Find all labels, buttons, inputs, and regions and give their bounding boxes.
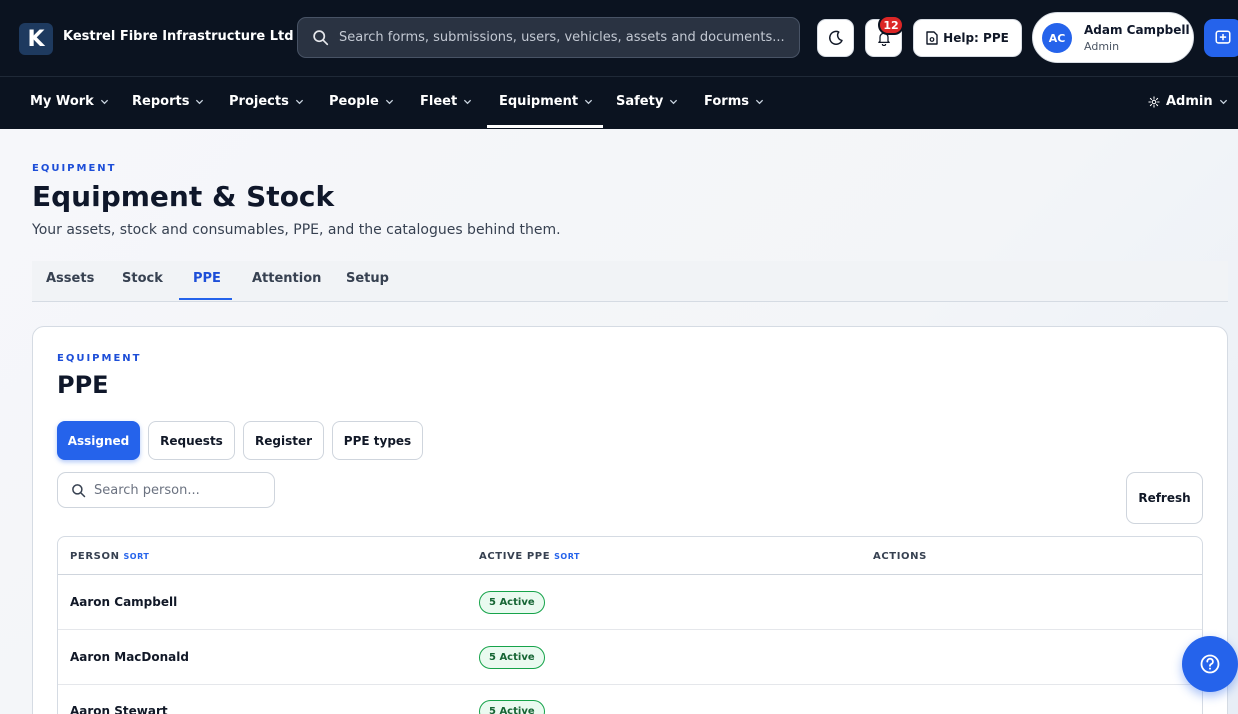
column-header-label: ACTIONS: [873, 551, 927, 562]
chevron-down-icon: [385, 99, 393, 105]
brand-logo[interactable]: K: [19, 23, 53, 55]
person-search[interactable]: [57, 472, 275, 508]
nav-item-label: Forms: [704, 94, 749, 109]
section-tabs: Assets Stock PPE Attention Setup: [32, 261, 1228, 302]
column-header-person[interactable]: PERSON SORT: [70, 551, 149, 562]
table-row[interactable]: Aaron Stewart 5 Active: [58, 684, 1202, 714]
chevron-down-icon: [584, 99, 593, 105]
chevron-down-icon: [1219, 99, 1227, 105]
sort-link[interactable]: SORT: [124, 552, 150, 561]
nav-item-label: Fleet: [420, 94, 458, 109]
top-bar: K Kestrel Fibre Infrastructure Ltd 12 He…: [0, 0, 1238, 76]
nav-item-reports[interactable]: Reports: [132, 94, 204, 109]
card-eyebrow: EQUIPMENT: [57, 353, 142, 364]
column-header-active-ppe[interactable]: ACTIVE PPE SORT: [479, 551, 580, 562]
user-role: Admin: [1084, 40, 1120, 53]
active-ppe-badge: 5 Active: [479, 700, 545, 714]
tab-attention[interactable]: Attention: [252, 271, 321, 286]
search-icon: [313, 30, 329, 46]
table-row[interactable]: Aaron Campbell 5 Active: [58, 575, 1202, 630]
person-name: Aaron Campbell: [70, 595, 178, 609]
avatar: AC: [1042, 23, 1072, 53]
global-search[interactable]: [297, 17, 800, 58]
table-row[interactable]: Aaron MacDonald 5 Active: [58, 630, 1202, 685]
moon-icon: [828, 30, 843, 45]
nav-item-label: My Work: [30, 94, 94, 109]
segment-ppe-types[interactable]: PPE types: [332, 421, 423, 460]
user-menu[interactable]: AC Adam Campbell Admin: [1032, 12, 1194, 63]
chevron-down-icon: [295, 99, 303, 105]
notifications-count-badge: 12: [878, 15, 904, 35]
compose-button[interactable]: [1204, 19, 1238, 57]
help-button[interactable]: Help: PPE: [913, 19, 1022, 57]
brand-name[interactable]: Kestrel Fibre Infrastructure Ltd: [63, 29, 294, 44]
tab-stock[interactable]: Stock: [122, 271, 163, 286]
segment-requests[interactable]: Requests: [148, 421, 235, 460]
ppe-assigned-table: PERSON SORT ACTIVE PPE SORT ACTIONS Aaron …: [57, 536, 1203, 714]
chevron-down-icon: [100, 99, 108, 105]
search-icon: [72, 483, 86, 497]
gear-icon: [1148, 95, 1160, 108]
nav-item-label: Equipment: [499, 94, 579, 109]
nav-active-indicator: [487, 125, 603, 128]
nav-item-label: People: [329, 94, 379, 109]
chevron-down-icon: [196, 99, 204, 105]
person-name: Aaron Stewart: [70, 704, 168, 714]
refresh-button[interactable]: Refresh: [1126, 472, 1203, 524]
chevron-down-icon: [670, 99, 678, 105]
tab-setup[interactable]: Setup: [346, 271, 389, 286]
person-name: Aaron MacDonald: [70, 650, 189, 664]
nav-item-safety[interactable]: Safety: [616, 94, 678, 109]
tab-ppe[interactable]: PPE: [193, 271, 221, 286]
person-search-input[interactable]: [94, 482, 274, 498]
document-icon: [926, 31, 938, 45]
nav-item-admin[interactable]: Admin: [1148, 94, 1228, 109]
active-ppe-badge: 5 Active: [479, 646, 545, 669]
chevron-down-icon: [755, 99, 764, 105]
nav-item-forms[interactable]: Forms: [704, 94, 764, 109]
segment-register[interactable]: Register: [243, 421, 324, 460]
nav-item-my-work[interactable]: My Work: [30, 94, 109, 109]
compose-icon: [1215, 30, 1231, 44]
nav-item-fleet[interactable]: Fleet: [420, 94, 472, 109]
nav-item-label: Projects: [229, 94, 289, 109]
theme-toggle-button[interactable]: [817, 19, 854, 57]
nav-item-label: Reports: [132, 94, 190, 109]
column-header-label: ACTIVE PPE: [479, 551, 551, 562]
nav-item-projects[interactable]: Projects: [229, 94, 304, 109]
nav-item-label: Admin: [1166, 94, 1213, 109]
active-ppe-badge: 5 Active: [479, 591, 545, 614]
page-subtitle: Your assets, stock and consumables, PPE,…: [32, 222, 561, 238]
user-name: Adam Campbell: [1084, 23, 1190, 37]
help-fab[interactable]: [1182, 636, 1238, 692]
nav-item-equipment[interactable]: Equipment: [499, 94, 593, 109]
tab-assets[interactable]: Assets: [46, 271, 94, 286]
column-header-actions: ACTIONS: [873, 551, 927, 562]
nav-item-label: Safety: [616, 94, 664, 109]
help-icon: [1200, 654, 1220, 674]
help-button-label: Help: PPE: [943, 31, 1009, 45]
nav-item-people[interactable]: People: [329, 94, 394, 109]
column-header-label: PERSON: [70, 551, 120, 562]
card-title: PPE: [57, 371, 109, 399]
main-nav: My Work Reports Projects People Fleet Eq…: [0, 76, 1238, 129]
page-title: Equipment & Stock: [32, 180, 335, 213]
sort-link[interactable]: SORT: [554, 552, 580, 561]
page-eyebrow: EQUIPMENT: [32, 163, 117, 174]
chevron-down-icon: [464, 99, 472, 105]
tab-active-indicator: [179, 298, 232, 300]
global-search-input[interactable]: [339, 30, 799, 45]
segment-assigned[interactable]: Assigned: [57, 421, 140, 460]
